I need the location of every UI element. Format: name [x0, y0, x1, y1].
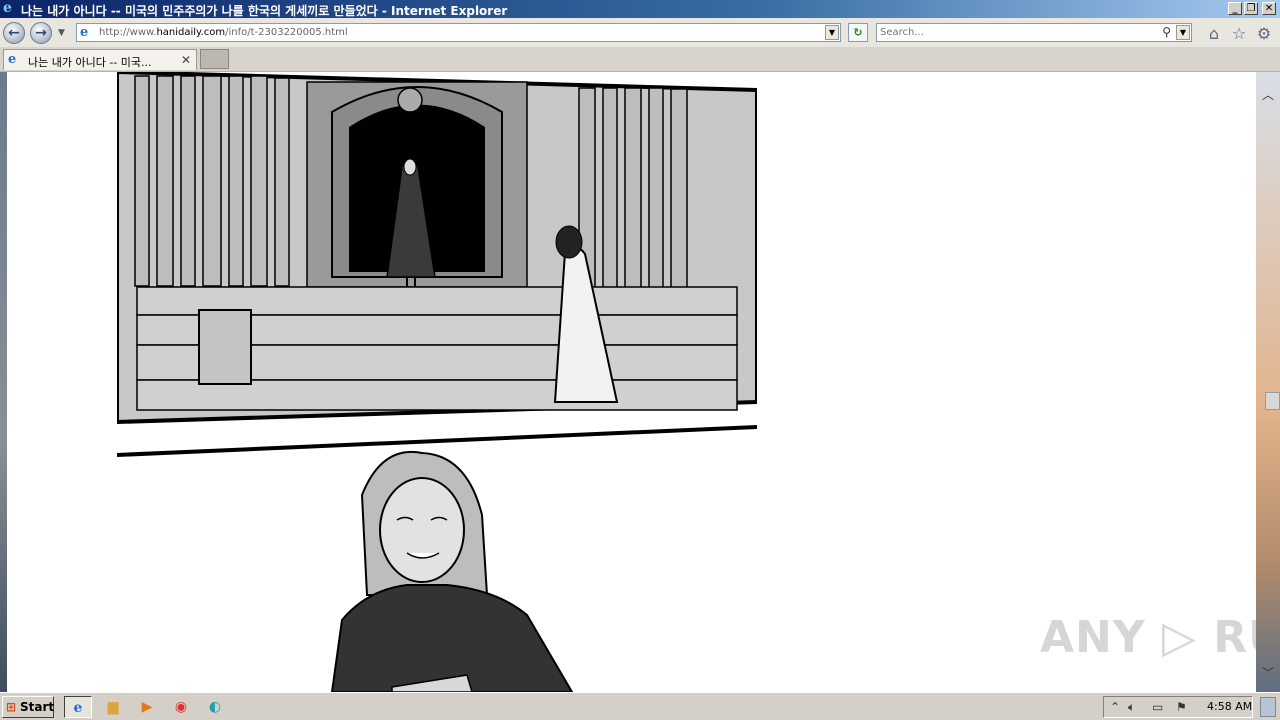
taskbar-ie-icon[interactable]: e: [64, 696, 92, 718]
new-tab-button[interactable]: [200, 49, 229, 69]
window-title-bar: e 나는 내가 아니다 -- 미국의 민주주의가 나를 한국의 게세끼로 만들었…: [0, 0, 1280, 18]
address-dropdown-button[interactable]: ▼: [825, 25, 839, 40]
star-icon[interactable]: ☆: [1230, 25, 1248, 43]
window-title: 나는 내가 아니다 -- 미국의 민주주의가 나를 한국의 게세끼로 만들었다 …: [21, 4, 508, 18]
tab-label: 나는 내가 아니다 -- 미국...: [28, 56, 152, 69]
recent-pages-dropdown-icon[interactable]: ▼: [58, 28, 65, 38]
close-window-button[interactable]: ✕: [1262, 2, 1276, 15]
home-icon[interactable]: ⌂: [1205, 25, 1223, 43]
url-domain: hanidaily.com: [156, 27, 226, 38]
start-button[interactable]: ⊞ Start: [2, 696, 54, 718]
taskbar: ⊞ Start e ▆ ▶ ◉ ◐ ⌃ 🔈︎ ▭ ⚑ 4:58 AM: [0, 692, 1280, 720]
ie-logo-icon: e: [3, 0, 12, 16]
tab-strip: e 나는 내가 아니다 -- 미국... ✕: [0, 47, 1280, 72]
comic-panel-nun-portrait: [117, 425, 757, 692]
url-path: /info/t-2303220005.html: [225, 27, 348, 38]
tab-active[interactable]: e 나는 내가 아니다 -- 미국... ✕: [3, 49, 197, 70]
search-provider-dropdown[interactable]: ▼: [1176, 25, 1190, 40]
refresh-button[interactable]: ↻: [848, 23, 868, 42]
start-label: Start: [20, 700, 55, 714]
restore-button[interactable]: ❐: [1244, 2, 1258, 15]
search-input[interactable]: [880, 25, 1150, 39]
clock[interactable]: 4:58 AM: [1207, 700, 1252, 713]
scrollbar-thumb[interactable]: [1265, 392, 1280, 410]
comic-panel-cathedral: [117, 72, 757, 425]
url-text[interactable]: http://www.hanidaily.com/info/t-23032200…: [99, 27, 348, 38]
taskbar-chrome-icon[interactable]: ◉: [167, 696, 195, 718]
taskbar-media-player-icon[interactable]: ▶: [133, 696, 161, 718]
taskbar-folder-icon[interactable]: ▆: [99, 696, 127, 718]
search-icon[interactable]: ⚲: [1162, 25, 1171, 39]
action-center-flag-icon[interactable]: ⚑: [1176, 700, 1187, 714]
scroll-down-icon[interactable]: ﹀: [1262, 664, 1274, 681]
page-viewport: ANY ▷ RUN ︿ ﹀: [0, 72, 1280, 692]
tray-expand-icon[interactable]: ⌃: [1110, 700, 1120, 714]
gear-icon[interactable]: ⚙: [1255, 25, 1273, 43]
tab-favicon-icon: e: [8, 52, 17, 67]
volume-icon[interactable]: 🔈︎: [1128, 700, 1135, 715]
minimize-button[interactable]: _: [1228, 2, 1242, 15]
address-bar[interactable]: e http://www.hanidaily.com/info/t-230322…: [76, 23, 841, 42]
network-icon[interactable]: ▭: [1152, 700, 1163, 714]
ie-page-icon: e: [80, 25, 89, 40]
forward-button[interactable]: →: [30, 22, 52, 44]
anyrun-watermark: ANY ▷ RUN: [1040, 612, 1280, 663]
tab-close-icon[interactable]: ✕: [181, 53, 191, 67]
navigation-bar: ← → ▼ e http://www.hanidaily.com/info/t-…: [0, 18, 1280, 47]
vertical-scrollbar[interactable]: [1256, 72, 1280, 692]
taskbar-edge-icon[interactable]: ◐: [201, 696, 229, 718]
windows-logo-icon: ⊞: [6, 700, 17, 714]
left-window-edge: [0, 72, 7, 692]
show-desktop-button[interactable]: [1260, 697, 1276, 717]
scroll-up-icon[interactable]: ︿: [1262, 86, 1274, 103]
search-box[interactable]: ⚲ ▼: [876, 23, 1192, 42]
back-button[interactable]: ←: [3, 22, 25, 44]
url-prefix: http://www.: [99, 27, 157, 38]
